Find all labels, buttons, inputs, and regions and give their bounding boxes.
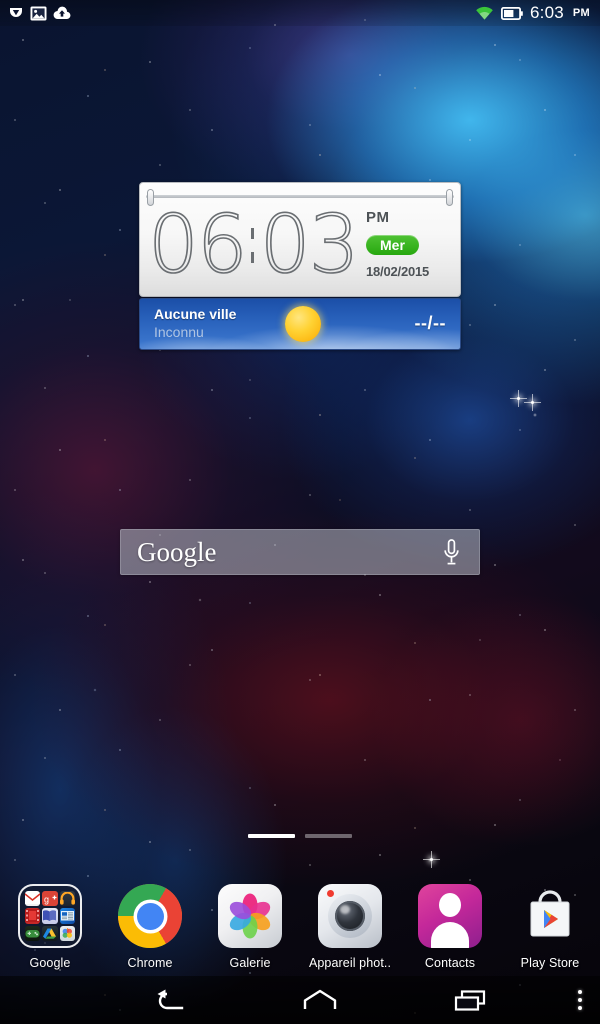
clock-ampm: PM: [366, 209, 390, 226]
chrome-icon[interactable]: [118, 884, 182, 948]
dock-label-play-store: Play Store: [520, 956, 580, 970]
clock-date: 18/02/2015: [366, 264, 430, 279]
clock-time: 06 03: [147, 198, 360, 291]
page-dot-1[interactable]: [248, 834, 295, 838]
play-store-icon[interactable]: [518, 884, 582, 948]
dock-label-google: Google: [29, 956, 71, 970]
google-drive-icon: [42, 925, 58, 941]
dock-item-chrome[interactable]: Chrome: [100, 884, 200, 976]
play-music-icon: [59, 891, 75, 907]
microphone-icon[interactable]: [442, 538, 461, 566]
play-newsstand-icon: [59, 908, 75, 924]
weather-condition: Inconnu: [154, 324, 204, 340]
clock-colon: [247, 227, 259, 263]
google-plus-icon: g: [42, 891, 58, 907]
contact-avatar-head: [439, 893, 461, 917]
contacts-icon[interactable]: [418, 884, 482, 948]
weather-temperature: --/--: [414, 313, 446, 333]
dock-item-play-store[interactable]: Play Store: [500, 884, 600, 976]
play-books-icon: [42, 908, 58, 924]
menu-dot: [578, 1006, 582, 1010]
bright-star: [524, 394, 541, 411]
camera-lens: [335, 901, 365, 931]
dock-label-chrome: Chrome: [127, 956, 173, 970]
home-button[interactable]: [245, 988, 395, 1012]
camera-icon[interactable]: [318, 884, 382, 948]
status-bar-system-icons[interactable]: 6:03 PM: [475, 3, 600, 23]
home-icon: [303, 989, 337, 1009]
sun-icon: [285, 306, 321, 342]
clock-minutes: 03: [259, 198, 360, 291]
play-games-icon: [25, 925, 41, 941]
starfield-layer-3: [0, 0, 600, 1024]
battery-icon: [501, 6, 523, 20]
page-indicator: [0, 834, 600, 838]
camera-record-dot: [327, 890, 334, 897]
contact-avatar-body: [431, 922, 469, 948]
image-icon: [30, 6, 47, 20]
overflow-menu-icon[interactable]: [578, 990, 582, 1010]
wifi-icon: [476, 6, 493, 20]
back-arrow-icon: [157, 989, 184, 1010]
recents-button[interactable]: [395, 988, 545, 1012]
google-search-label: Google: [137, 536, 217, 567]
google-folder-icon[interactable]: g: [18, 884, 82, 948]
google-search-bar[interactable]: Google: [120, 529, 480, 575]
weather-widget[interactable]: Aucune ville Inconnu --/--: [139, 298, 461, 350]
dock-label-camera: Appareil phot..: [308, 956, 392, 970]
dock-label-contacts: Contacts: [424, 956, 476, 970]
navigation-bar: [0, 976, 600, 1024]
status-bar-clock: 6:03: [530, 3, 564, 22]
status-bar[interactable]: 6:03 PM: [0, 0, 600, 26]
dock-item-camera[interactable]: Appareil phot..: [300, 884, 400, 976]
google-photos-icon: [59, 925, 75, 941]
clock-weather-widget: 06 03 PM Mer 18/02/2015 Aucune ville Inc…: [139, 182, 461, 350]
clock-meta: PM Mer 18/02/2015: [366, 209, 450, 279]
play-movies-icon: [25, 908, 41, 924]
gmail-icon: [25, 891, 41, 907]
recents-icon: [454, 990, 486, 1011]
home-screen: 6:03 PM 06 03 PM Mer 18/02/2015 Aucune v…: [0, 0, 600, 1024]
back-button[interactable]: [95, 987, 245, 1013]
widget-clip-right: [446, 189, 453, 206]
clock-hours: 06: [147, 198, 248, 291]
weather-city: Aucune ville: [154, 306, 237, 322]
bright-star: [423, 851, 440, 868]
clock-day-badge: Mer: [366, 235, 419, 255]
camera-ring: [328, 894, 372, 938]
dock-item-contacts[interactable]: Contacts: [400, 884, 500, 976]
menu-dot: [578, 998, 582, 1002]
dock-item-galerie[interactable]: Galerie: [200, 884, 300, 976]
svg-text:g: g: [44, 894, 49, 904]
gallery-icon[interactable]: [218, 884, 282, 948]
status-bar-notification-icons[interactable]: [0, 5, 71, 21]
clock-widget[interactable]: 06 03 PM Mer 18/02/2015: [139, 182, 461, 297]
download-icon: [10, 8, 22, 17]
app-dock: g Google Chrome Galerie Appareil phot.. …: [0, 884, 600, 976]
menu-dot: [578, 990, 582, 994]
cloud-upload-icon: [53, 6, 71, 20]
dock-item-google-folder[interactable]: g Google: [0, 884, 100, 976]
status-bar-clock-ampm: PM: [572, 7, 590, 19]
dock-label-galerie: Galerie: [229, 956, 271, 970]
page-dot-2[interactable]: [305, 834, 352, 838]
bright-star: [510, 390, 527, 407]
wallpaper: [0, 0, 600, 1024]
